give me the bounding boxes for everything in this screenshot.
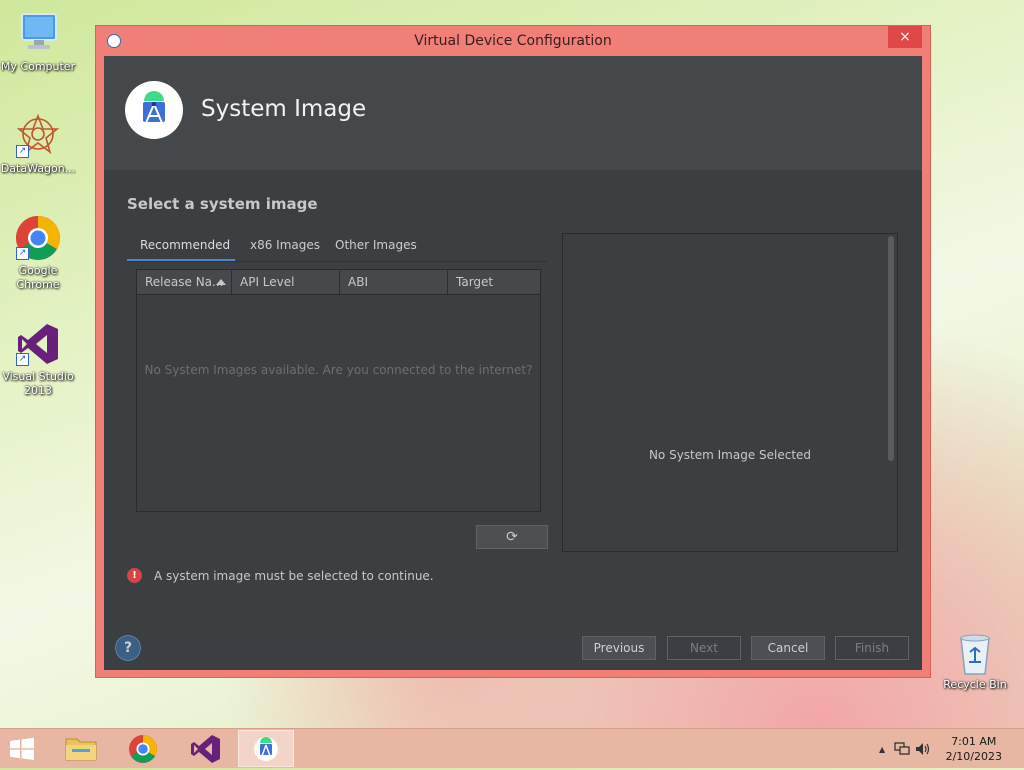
finish-button[interactable]: Finish <box>835 636 909 660</box>
datawagon-icon: ↗ <box>14 112 62 160</box>
shortcut-arrow-icon: ↗ <box>16 353 29 366</box>
visual-studio-icon <box>191 735 220 763</box>
page-title: System Image <box>201 96 367 122</box>
tab-other-images[interactable]: Other Images <box>322 228 430 262</box>
taskbar-clock[interactable]: 7:01 AM 2/10/2023 <box>946 734 1002 764</box>
system-tray: ▲ 7:01 AM 2/10/2023 <box>864 729 1024 769</box>
desktop-icon-my-computer[interactable]: My Computer <box>0 10 76 74</box>
android-studio-logo-icon <box>125 81 183 139</box>
taskbar-file-explorer[interactable] <box>53 730 109 767</box>
system-image-tabs: Recommended x86 Images Other Images <box>127 228 557 262</box>
taskbar-chrome[interactable] <box>115 730 171 767</box>
shortcut-arrow-icon: ↗ <box>16 145 29 158</box>
next-button[interactable]: Next <box>667 636 741 660</box>
column-header-api-level[interactable]: API Level <box>232 270 340 294</box>
tab-x86-images[interactable]: x86 Images <box>237 228 333 262</box>
start-button[interactable] <box>8 737 36 761</box>
shortcut-arrow-icon: ↗ <box>16 247 29 260</box>
window-title: Virtual Device Configuration <box>414 33 612 49</box>
dialog-content: System Image Select a system image Recom… <box>104 56 922 670</box>
tab-divider <box>127 261 547 262</box>
previous-button[interactable]: Previous <box>582 636 656 660</box>
recycle-bin-icon <box>955 632 995 676</box>
desktop-icon-label: Recycle Bin <box>943 678 1007 691</box>
tab-recommended[interactable]: Recommended <box>127 228 235 262</box>
table-header: Release Na... API Level ABI Target <box>137 270 540 295</box>
cancel-button[interactable]: Cancel <box>751 636 825 660</box>
virtual-device-configuration-window: Virtual Device Configuration × System Im… <box>95 25 931 678</box>
desktop-icon-recycle-bin[interactable]: Recycle Bin <box>937 632 1013 692</box>
windows-logo-icon <box>10 737 34 760</box>
desktop-icon-label: Visual Studio 2013 <box>2 370 74 397</box>
computer-icon <box>14 10 62 58</box>
header-banner: System Image <box>104 56 922 170</box>
chrome-icon: ↗ <box>14 214 62 262</box>
clock-time: 7:01 AM <box>951 735 997 748</box>
taskbar-android-studio[interactable] <box>238 730 294 767</box>
system-image-detail-panel: No System Image Selected <box>562 233 898 552</box>
column-header-abi[interactable]: ABI <box>340 270 448 294</box>
folder-icon <box>65 738 97 761</box>
section-title: Select a system image <box>127 195 318 213</box>
desktop-icon-label: Google Chrome <box>16 264 60 291</box>
volume-icon[interactable] <box>915 742 931 759</box>
desktop-icon-label: DataWagon... <box>0 162 76 175</box>
no-selection-message: No System Image Selected <box>648 448 812 462</box>
refresh-button[interactable]: ⟳ <box>476 525 548 549</box>
refresh-icon: ⟳ <box>506 529 518 545</box>
android-studio-icon <box>254 737 278 761</box>
title-bar[interactable]: Virtual Device Configuration × <box>96 26 930 56</box>
column-header-release-name[interactable]: Release Na... <box>137 270 232 294</box>
sort-ascending-icon <box>216 279 226 285</box>
column-header-target[interactable]: Target <box>448 270 540 294</box>
taskbar: ▲ 7:01 AM 2/10/2023 <box>0 728 1024 768</box>
visual-studio-icon: ↗ <box>14 320 62 368</box>
show-hidden-icons-icon[interactable]: ▲ <box>879 745 885 754</box>
error-icon: ! <box>127 568 142 583</box>
error-message: A system image must be selected to conti… <box>154 569 434 583</box>
desktop-icon-google-chrome[interactable]: ↗ Google Chrome <box>0 214 76 292</box>
desktop-icon-visual-studio[interactable]: ↗ Visual Studio 2013 <box>0 320 76 398</box>
taskbar-visual-studio[interactable] <box>177 730 233 767</box>
help-button[interactable]: ? <box>115 635 141 661</box>
close-button[interactable]: × <box>888 26 922 48</box>
system-image-table: Release Na... API Level ABI Target No Sy… <box>136 269 541 512</box>
network-icon[interactable] <box>894 742 910 759</box>
table-empty-message: No System Images available. Are you conn… <box>144 363 533 377</box>
clock-date: 2/10/2023 <box>945 750 1002 763</box>
desktop-icon-datawagon[interactable]: ↗ DataWagon... <box>0 112 76 176</box>
chrome-icon <box>129 735 157 763</box>
detail-scrollbar[interactable] <box>888 236 894 461</box>
desktop-icon-label: My Computer <box>0 60 76 73</box>
